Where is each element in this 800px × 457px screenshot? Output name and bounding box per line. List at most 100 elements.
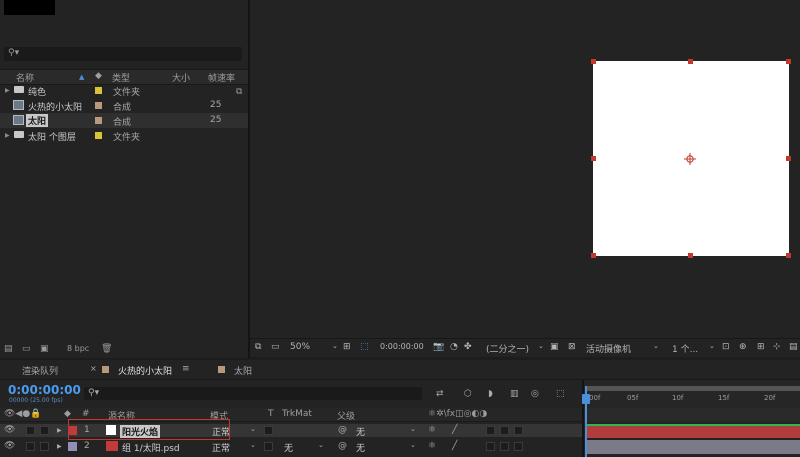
safe-margins-icon[interactable]: ⊞ [343,342,351,352]
transform-handle[interactable] [591,59,596,64]
chevron-down-icon[interactable]: ⌄ [653,342,659,350]
project-item[interactable]: ▶ 纯色 文件夹 [0,83,248,98]
eye-icon[interactable]: 👁 [4,441,15,451]
camera-dropdown[interactable]: 活动摄像机 [586,342,631,355]
solo-toggle[interactable] [26,442,35,451]
tab-composition[interactable]: 太阳 [234,364,252,377]
quality-switch-icon[interactable]: ╱ [452,441,457,451]
parent-dropdown[interactable]: 无 [356,441,365,454]
project-item-selected[interactable]: 太阳 合成 25 [0,113,248,128]
toggle-pixel-aspect-icon[interactable]: ⊡ [722,342,730,352]
switch-toggle[interactable] [514,426,523,435]
layout-icon[interactable]: ▤ [789,342,798,352]
new-composition-icon[interactable]: ▣ [40,344,49,354]
label-color-swatch[interactable] [95,132,102,139]
color-channel-icon[interactable]: ✤ [464,342,472,352]
flowchart-icon[interactable]: ⊹ [773,342,781,352]
parent-dropdown[interactable]: 无 [356,425,365,438]
chevron-down-icon[interactable]: ⌄ [250,441,256,449]
expand-triangle-icon[interactable]: ▶ [5,87,10,94]
label-color-swatch[interactable] [95,117,102,124]
transform-handle[interactable] [591,253,596,258]
transform-handle[interactable] [786,253,791,258]
zoom-dropdown[interactable]: 50% [290,342,310,352]
shy-layers-icon[interactable]: ◗ [488,389,493,399]
transparency-grid-icon[interactable]: ⊠ [568,342,576,352]
snapshot-camera-icon[interactable]: 📷 [433,342,444,352]
preserve-transparency-toggle[interactable] [264,442,273,451]
transform-handle[interactable] [688,253,693,258]
pick-whip-icon[interactable]: @ [338,441,347,451]
always-preview-icon[interactable]: ⧉ [255,342,261,352]
project-item[interactable]: 火热的小太阳 合成 25 [0,98,248,113]
pick-whip-icon[interactable]: @ [338,425,347,435]
shy-switch-icon[interactable]: ⚛ [428,425,436,435]
tab-active-composition[interactable]: 火热的小太阳 [118,364,172,377]
blend-mode-dropdown[interactable]: 正常 [212,441,230,454]
switch-toggle[interactable] [514,442,523,451]
lock-toggle[interactable] [40,426,49,435]
show-snapshot-icon[interactable]: ◔ [450,342,458,352]
column-trkmat[interactable]: TrkMat [282,409,312,419]
trash-icon[interactable]: 🗑 [101,344,112,354]
views-dropdown[interactable]: 1 个... [672,342,698,355]
tab-render-queue[interactable]: 渲染队列 [22,364,58,377]
label-color-swatch[interactable] [95,102,102,109]
region-of-interest-icon[interactable]: ⬚ [360,342,369,352]
label-color-swatch[interactable] [95,87,102,94]
layer-row[interactable]: 👁 ▶ 2 组 1/太阳.psd 正常 ⌄ 无 ⌄ @ 无 ⌄ ⚛ ╱ [0,440,584,454]
switch-toggle[interactable] [500,426,509,435]
bit-depth-button[interactable]: 8 bpc [67,344,89,353]
interpret-footage-icon[interactable]: ▤ [4,344,13,354]
preserve-transparency-toggle[interactable] [264,426,273,435]
resolution-dropdown[interactable]: (二分之一) [486,342,529,355]
chevron-down-icon[interactable]: ⌄ [332,342,338,350]
playhead-handle[interactable] [582,394,590,404]
work-area-bar[interactable] [586,386,800,391]
reset-exposure-icon[interactable]: ⊕ [739,342,747,352]
grid-icon[interactable]: ⊞ [757,342,765,352]
layer-duration-bar[interactable] [587,424,800,438]
graph-editor-icon[interactable]: ⬚ [556,389,565,399]
time-ruler[interactable]: 00f 05f 10f 15f 20f [584,380,800,408]
expand-triangle-icon[interactable]: ▶ [57,427,62,434]
switch-toggle[interactable] [500,442,509,451]
layer-search-input[interactable]: ⚲▾ [84,387,422,400]
switch-toggle[interactable] [486,426,495,435]
transform-handle[interactable] [786,156,791,161]
anchor-point-icon[interactable] [684,153,696,165]
transform-handle[interactable] [591,156,596,161]
chevron-down-icon[interactable]: ⌄ [410,441,416,449]
layer-name[interactable]: 组 1/太阳.psd [122,441,180,454]
close-icon[interactable]: × [90,364,97,373]
fast-preview-icon[interactable]: ▣ [550,342,559,352]
chevron-down-icon[interactable]: ⌄ [709,342,715,350]
lock-toggle[interactable] [40,442,49,451]
eye-icon[interactable]: 👁 [4,425,15,435]
solo-toggle[interactable] [26,426,35,435]
frame-blending-icon[interactable]: ▥ [510,389,519,399]
motion-blur-icon[interactable]: ◎ [531,389,539,399]
switch-toggle[interactable] [486,442,495,451]
shy-switch-icon[interactable]: ⚛ [428,441,436,451]
composition-mini-flowchart-icon[interactable]: ⇄ [436,389,444,399]
project-item[interactable]: ▶ 太阳 个图层 文件夹 [0,128,248,143]
quality-switch-icon[interactable]: ╱ [452,425,457,435]
panel-menu-icon[interactable]: ≡ [182,364,190,374]
trkmat-dropdown[interactable]: 无 [284,441,293,454]
column-parent[interactable]: 父级 [337,409,355,422]
chevron-down-icon[interactable]: ⌄ [318,441,324,449]
monitor-icon[interactable]: ▭ [271,342,280,352]
chevron-down-icon[interactable]: ⌄ [250,425,256,433]
expand-triangle-icon[interactable]: ▶ [5,132,10,139]
layer-duration-bar[interactable] [587,440,800,454]
layer-label-color[interactable] [68,442,77,451]
chevron-down-icon[interactable]: ⌄ [410,425,416,433]
transform-handle[interactable] [786,59,791,64]
transform-handle[interactable] [688,59,693,64]
new-folder-icon[interactable]: ▭ [22,344,31,354]
viewer-timecode[interactable]: 0:00:00:00 [380,342,424,351]
current-time-display[interactable]: 0:00:00:00 [8,383,81,397]
chevron-down-icon[interactable]: ⌄ [538,342,544,350]
project-search-input[interactable]: ⚲▾ [4,47,242,61]
